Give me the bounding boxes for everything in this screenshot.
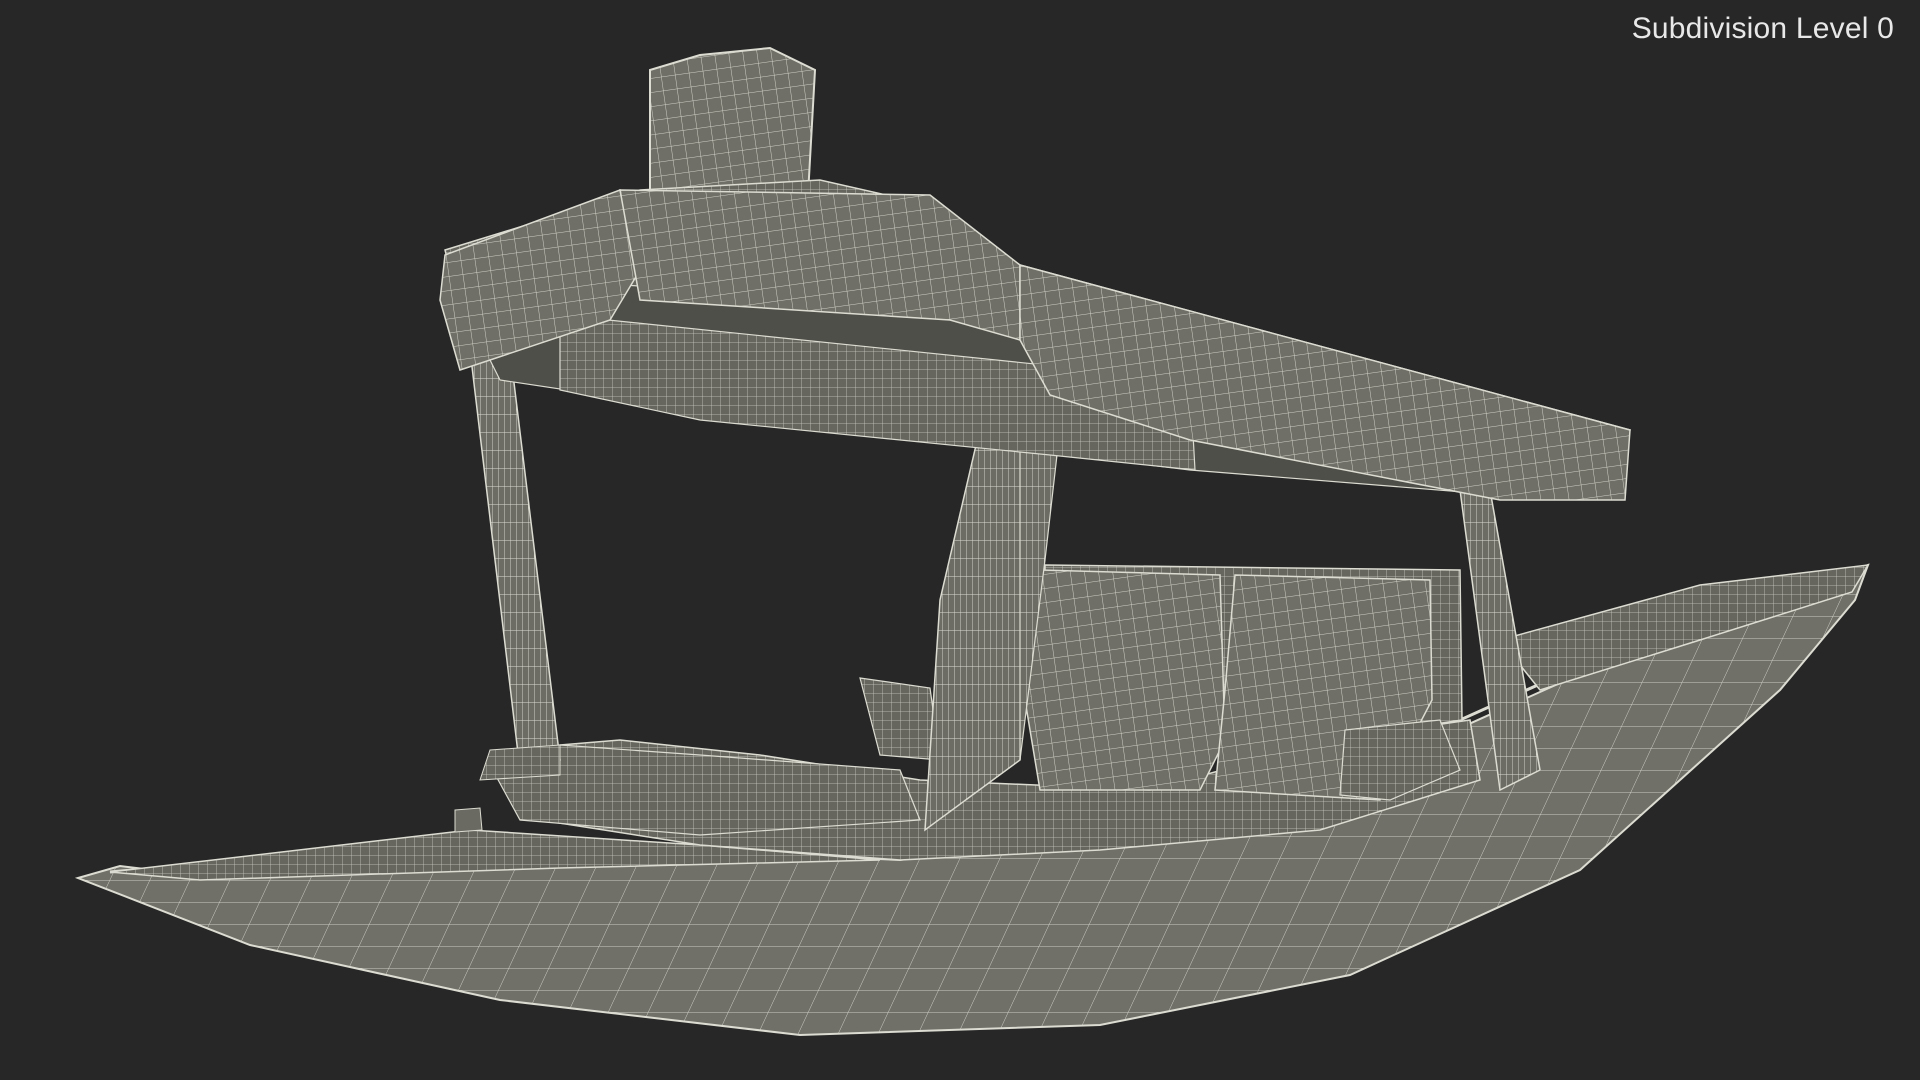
canopy-roof [439,46,1632,501]
3d-viewport[interactable]: Subdivision Level 0 [0,0,1920,1080]
subdivision-level-label: Subdivision Level 0 [1631,12,1894,45]
boat-wireframe-model [74,46,1870,1037]
